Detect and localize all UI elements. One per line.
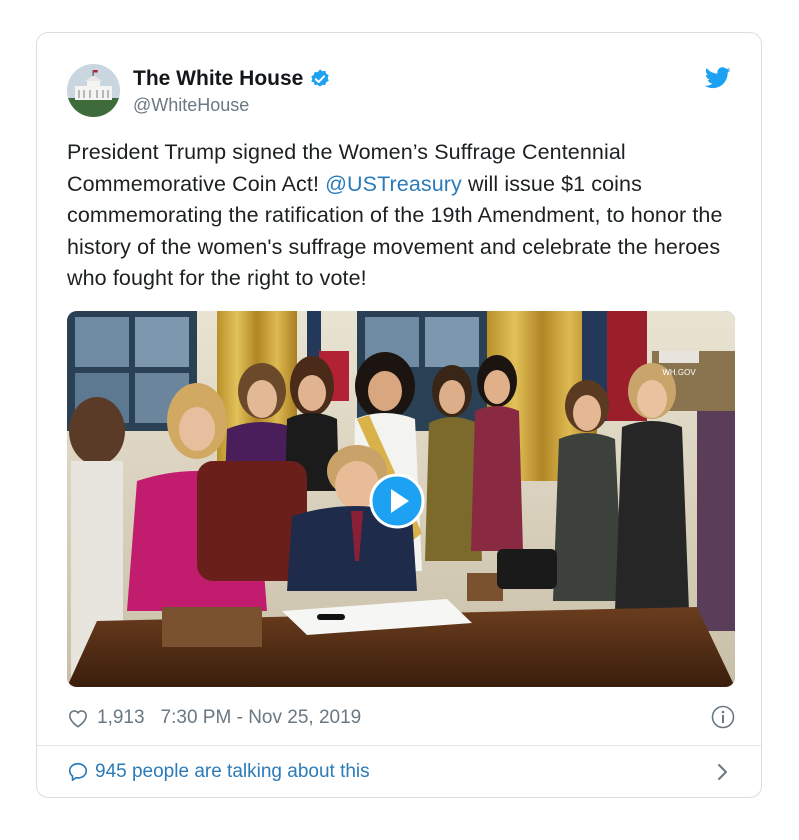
conversation-link[interactable]: 945 people are talking about this bbox=[67, 757, 735, 787]
verified-badge-icon bbox=[311, 69, 330, 87]
divider bbox=[37, 745, 761, 746]
play-icon[interactable] bbox=[369, 473, 425, 529]
conversation-label[interactable]: 945 people are talking about this bbox=[95, 761, 370, 783]
avatar[interactable] bbox=[67, 64, 120, 117]
tweet-text: President Trump signed the Women’s Suffr… bbox=[67, 137, 737, 295]
like-count[interactable]: 1,913 bbox=[97, 707, 145, 729]
info-icon[interactable] bbox=[711, 705, 735, 729]
handle[interactable]: @WhiteHouse bbox=[133, 95, 249, 116]
tweet-meta: 1,913 7:30 PM - Nov 25, 2019 bbox=[67, 703, 735, 733]
chevron-right-icon[interactable] bbox=[717, 763, 729, 781]
tweet-card: The White House @WhiteHouse President Tr… bbox=[36, 32, 762, 798]
author-name-row[interactable]: The White House bbox=[133, 67, 331, 91]
twitter-bird-icon[interactable] bbox=[705, 67, 731, 89]
timestamp[interactable]: 7:30 PM - Nov 25, 2019 bbox=[161, 707, 362, 729]
watermark-text: WH.GOV bbox=[662, 368, 696, 377]
mention-link[interactable]: @USTreasury bbox=[325, 172, 462, 196]
display-name[interactable]: The White House bbox=[133, 67, 303, 91]
heart-icon[interactable] bbox=[67, 708, 89, 728]
video-media[interactable]: WH.GOV bbox=[67, 311, 735, 687]
speech-bubble-icon bbox=[68, 762, 88, 782]
